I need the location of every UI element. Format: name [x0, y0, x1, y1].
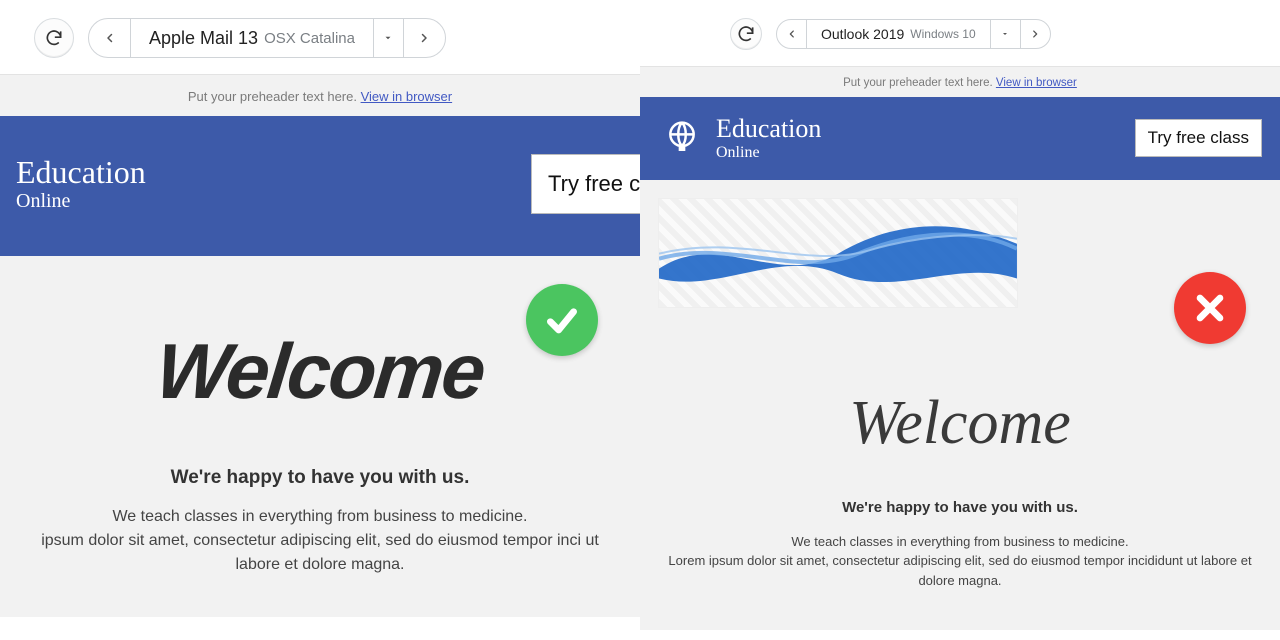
- cross-icon: [1190, 288, 1230, 328]
- status-badge-good: [526, 284, 598, 356]
- brand-bar: Education Online Try free class: [640, 97, 1280, 180]
- welcome-heading: Welcome: [660, 388, 1260, 459]
- subheading: We're happy to have you with us.: [20, 467, 620, 489]
- caret-down-icon: [383, 33, 393, 43]
- try-free-class-button[interactable]: Try free cl: [531, 154, 650, 214]
- chevron-right-icon: [418, 32, 430, 44]
- email-preview: Put your preheader text here. View in br…: [640, 66, 1280, 630]
- view-in-browser-link[interactable]: View in browser: [996, 77, 1077, 89]
- client-name: Outlook 2019: [821, 26, 904, 42]
- status-badge-bad: [1174, 272, 1246, 344]
- chevron-left-icon: [104, 32, 116, 44]
- preheader-text: Put your preheader text here.: [843, 77, 996, 89]
- brand: Education Online: [16, 155, 146, 213]
- view-in-browser-link[interactable]: View in browser: [361, 89, 453, 104]
- brand-line-1: Education: [716, 115, 821, 144]
- paragraph-2: Lorem ipsum dolor sit amet, consectetur …: [660, 551, 1260, 590]
- refresh-icon: [44, 28, 64, 48]
- brand-line-1: Education: [16, 155, 146, 190]
- brand-line-2: Online: [716, 144, 821, 162]
- paragraph-2: ipsum dolor sit amet, consectetur adipis…: [20, 529, 620, 577]
- client-os: OSX Catalina: [264, 30, 355, 47]
- preheader: Put your preheader text here. View in br…: [0, 75, 640, 116]
- subheading: We're happy to have you with us.: [660, 499, 1260, 516]
- email-body: Welcome We're happy to have you with us.…: [640, 318, 1280, 631]
- paragraph-1: We teach classes in everything from busi…: [660, 532, 1260, 552]
- prev-client-button[interactable]: [89, 19, 131, 57]
- check-icon: [542, 300, 582, 340]
- client-dropdown-toggle[interactable]: [990, 20, 1020, 48]
- preheader: Put your preheader text here. View in br…: [640, 67, 1280, 97]
- hero-image: [658, 198, 1018, 308]
- prev-client-button[interactable]: [777, 20, 807, 48]
- toolbar: Outlook 2019 Windows 10: [640, 0, 1280, 56]
- preheader-text: Put your preheader text here.: [188, 89, 361, 104]
- client-selector: Outlook 2019 Windows 10: [776, 19, 1051, 49]
- brand-bar: Education Online Try free cl: [0, 116, 640, 256]
- preview-pane-right: Outlook 2019 Windows 10 Put your prehead…: [640, 0, 1280, 640]
- preview-pane-left: Apple Mail 13 OSX Catalina Put your preh…: [0, 0, 640, 640]
- refresh-icon: [736, 24, 756, 44]
- refresh-button[interactable]: [34, 18, 74, 58]
- next-client-button[interactable]: [1020, 20, 1050, 48]
- client-selector: Apple Mail 13 OSX Catalina: [88, 18, 446, 58]
- client-label[interactable]: Outlook 2019 Windows 10: [807, 20, 990, 48]
- brand-line-2: Online: [16, 190, 146, 213]
- refresh-button[interactable]: [730, 18, 762, 50]
- chevron-right-icon: [1030, 29, 1040, 39]
- paragraph-1: We teach classes in everything from busi…: [20, 505, 620, 529]
- toolbar: Apple Mail 13 OSX Catalina: [0, 0, 640, 64]
- next-client-button[interactable]: [403, 19, 445, 57]
- globe-icon: [662, 116, 702, 161]
- client-dropdown-toggle[interactable]: [373, 19, 403, 57]
- client-os: Windows 10: [910, 27, 975, 41]
- brand: Education Online: [662, 115, 821, 162]
- client-name: Apple Mail 13: [149, 28, 258, 49]
- caret-down-icon: [1001, 30, 1009, 38]
- client-label[interactable]: Apple Mail 13 OSX Catalina: [131, 19, 373, 57]
- chevron-left-icon: [787, 29, 797, 39]
- try-free-class-button[interactable]: Try free class: [1135, 119, 1262, 157]
